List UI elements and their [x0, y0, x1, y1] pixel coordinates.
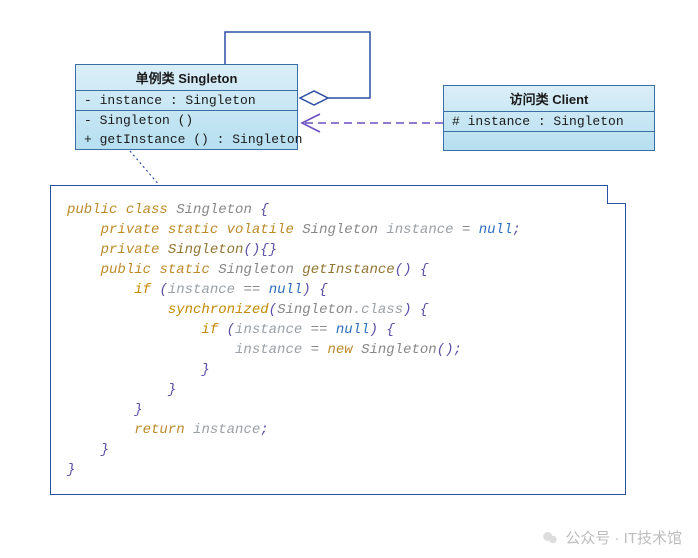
- uml-class-singleton: 单例类 Singleton - instance : Singleton - S…: [75, 64, 298, 150]
- uml-class-client: 访问类 Client # instance : Singleton: [443, 85, 655, 151]
- watermark-text: 公众号 · IT技术馆: [565, 527, 682, 548]
- diagram-canvas: 单例类 Singleton - instance : Singleton - S…: [0, 0, 698, 558]
- uml-op-getinstance: + getInstance () : Singleton: [76, 130, 297, 149]
- uml-op-constructor: - Singleton (): [76, 111, 297, 130]
- watermark: 公众号 · IT技术馆: [541, 527, 682, 548]
- note-fold-icon: [607, 185, 626, 204]
- aggregation-diamond: [300, 91, 328, 105]
- code-block: public class Singleton { private static …: [67, 200, 609, 480]
- uml-class-singleton-title: 单例类 Singleton: [76, 65, 297, 91]
- note-anchor-line: [130, 151, 160, 186]
- uml-attr-instance: - instance : Singleton: [76, 91, 297, 110]
- code-note: public class Singleton { private static …: [50, 185, 626, 495]
- uml-class-client-title: 访问类 Client: [444, 86, 654, 112]
- uml-client-attr-instance: # instance : Singleton: [444, 112, 654, 131]
- wechat-icon: [541, 529, 559, 547]
- uml-client-ops-empty: [444, 132, 654, 150]
